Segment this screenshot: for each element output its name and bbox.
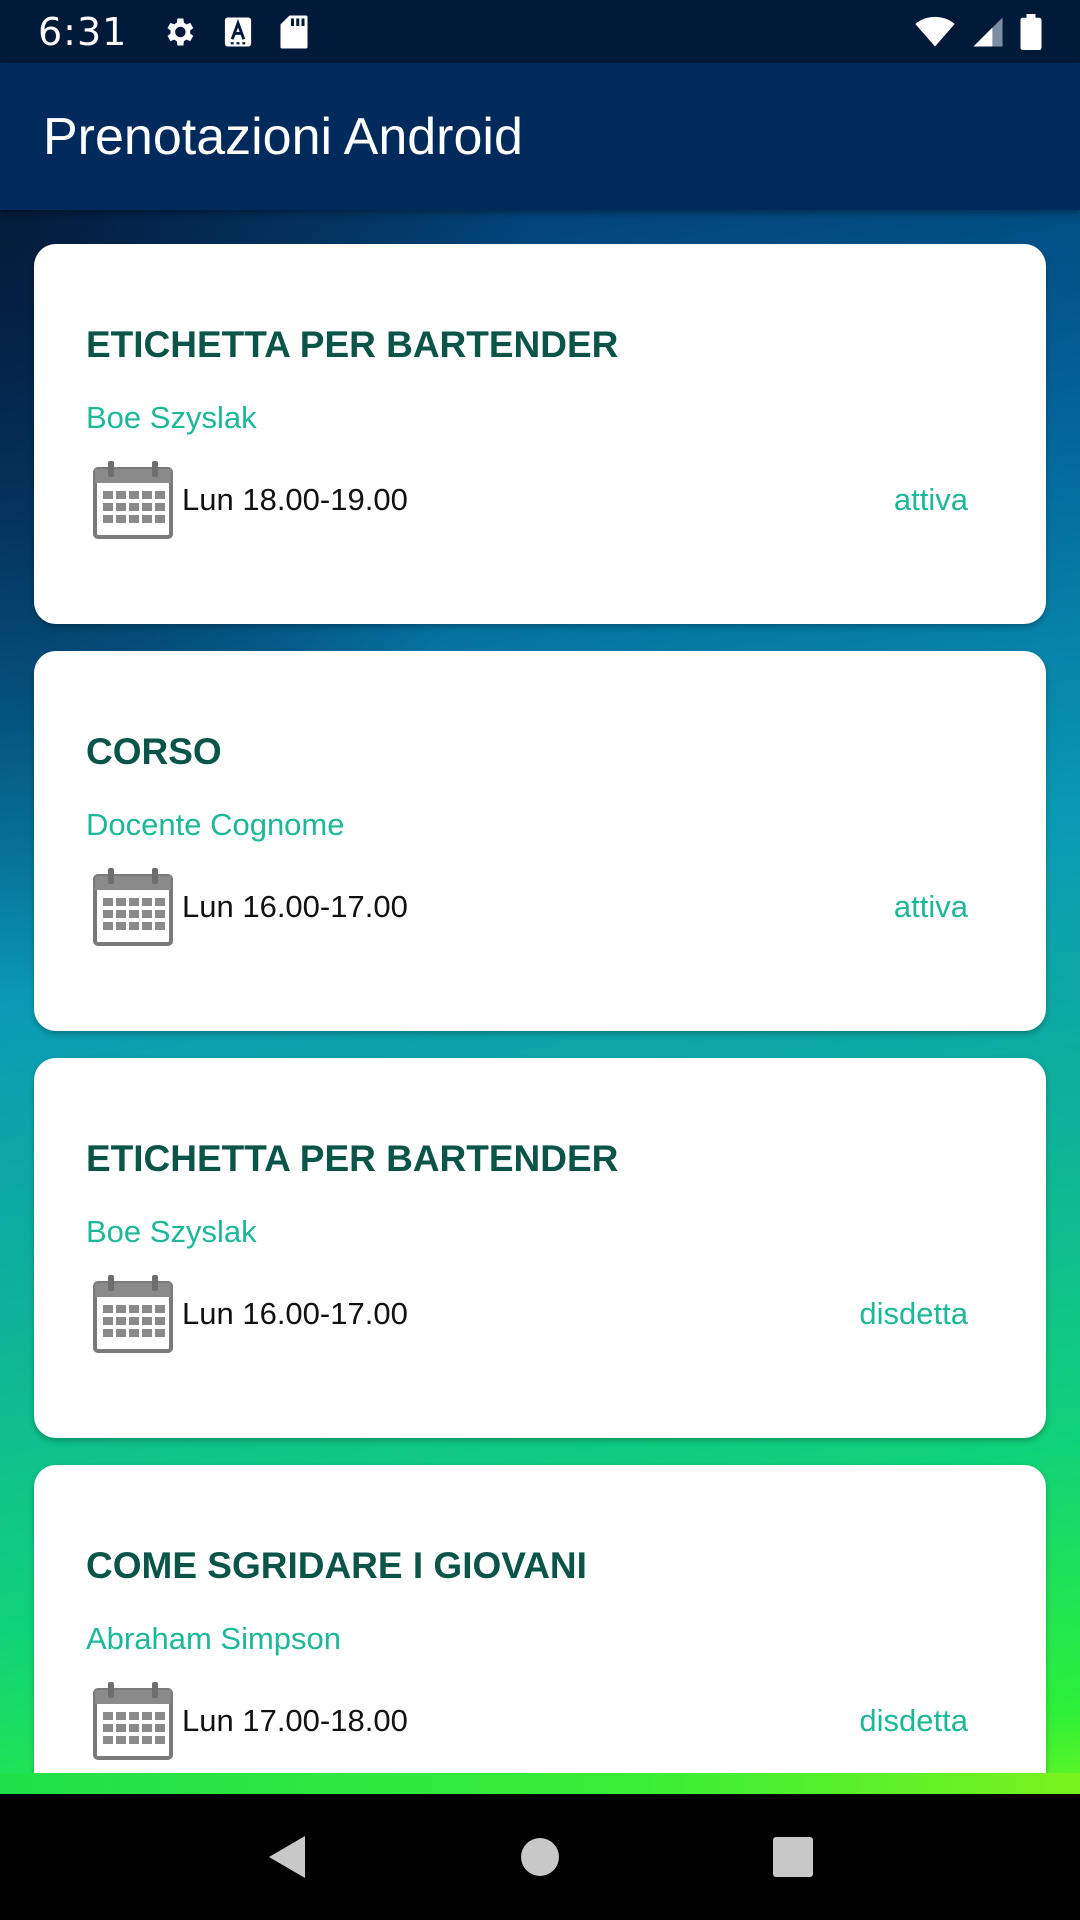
wifi-icon xyxy=(914,16,956,48)
booking-time: Lun 16.00-17.00 xyxy=(182,1296,408,1331)
app-bar: Prenotazioni Android xyxy=(0,63,1080,210)
recents-icon[interactable] xyxy=(748,1812,838,1902)
signal-icon xyxy=(972,16,1004,48)
booking-card[interactable]: CORSO Docente Cognome Lun 16.00-17.00 at… xyxy=(34,651,1046,1031)
booking-card[interactable]: ETICHETTA PER BARTENDER Boe Szyslak Lun … xyxy=(34,1058,1046,1438)
course-title: CORSO xyxy=(86,731,222,772)
teacher-name: Boe Szyslak xyxy=(86,1214,257,1249)
calendar-icon xyxy=(92,1680,174,1762)
booking-card[interactable]: COME SGRIDARE I GIOVANI Abraham Simpson … xyxy=(34,1465,1046,1794)
navigation-bar xyxy=(0,1794,1080,1920)
status-icons-right xyxy=(914,13,1042,50)
status-bar: 6:31 xyxy=(0,0,1080,63)
booking-time: Lun 18.00-19.00 xyxy=(182,482,408,517)
teacher-name: Docente Cognome xyxy=(86,807,345,842)
calendar-icon xyxy=(92,866,174,948)
booking-time: Lun 16.00-17.00 xyxy=(182,889,408,924)
home-icon[interactable] xyxy=(495,1812,585,1902)
course-title: ETICHETTA PER BARTENDER xyxy=(86,324,619,365)
text-format-icon xyxy=(223,16,253,48)
booking-status: attiva xyxy=(893,482,968,517)
sd-card-icon xyxy=(279,14,309,50)
list-bottom-edge xyxy=(0,1773,1080,1794)
course-title: ETICHETTA PER BARTENDER xyxy=(86,1138,619,1179)
status-time: 6:31 xyxy=(38,9,128,54)
status-icons-left xyxy=(161,14,309,50)
calendar-icon xyxy=(92,459,174,541)
booking-status: attiva xyxy=(893,889,968,924)
booking-card[interactable]: ETICHETTA PER BARTENDER Boe Szyslak Lun … xyxy=(34,244,1046,624)
app-title: Prenotazioni Android xyxy=(43,107,523,166)
calendar-icon xyxy=(92,1273,174,1355)
battery-icon xyxy=(1020,13,1042,50)
course-title: COME SGRIDARE I GIOVANI xyxy=(86,1545,587,1586)
teacher-name: Boe Szyslak xyxy=(86,400,257,435)
booking-time: Lun 17.00-18.00 xyxy=(182,1703,408,1738)
back-icon[interactable] xyxy=(242,1812,332,1902)
settings-icon xyxy=(161,14,197,50)
booking-status: disdetta xyxy=(859,1296,968,1331)
teacher-name: Abraham Simpson xyxy=(86,1621,342,1656)
booking-list[interactable]: ETICHETTA PER BARTENDER Boe Szyslak Lun … xyxy=(0,210,1080,1794)
booking-status: disdetta xyxy=(859,1703,968,1738)
